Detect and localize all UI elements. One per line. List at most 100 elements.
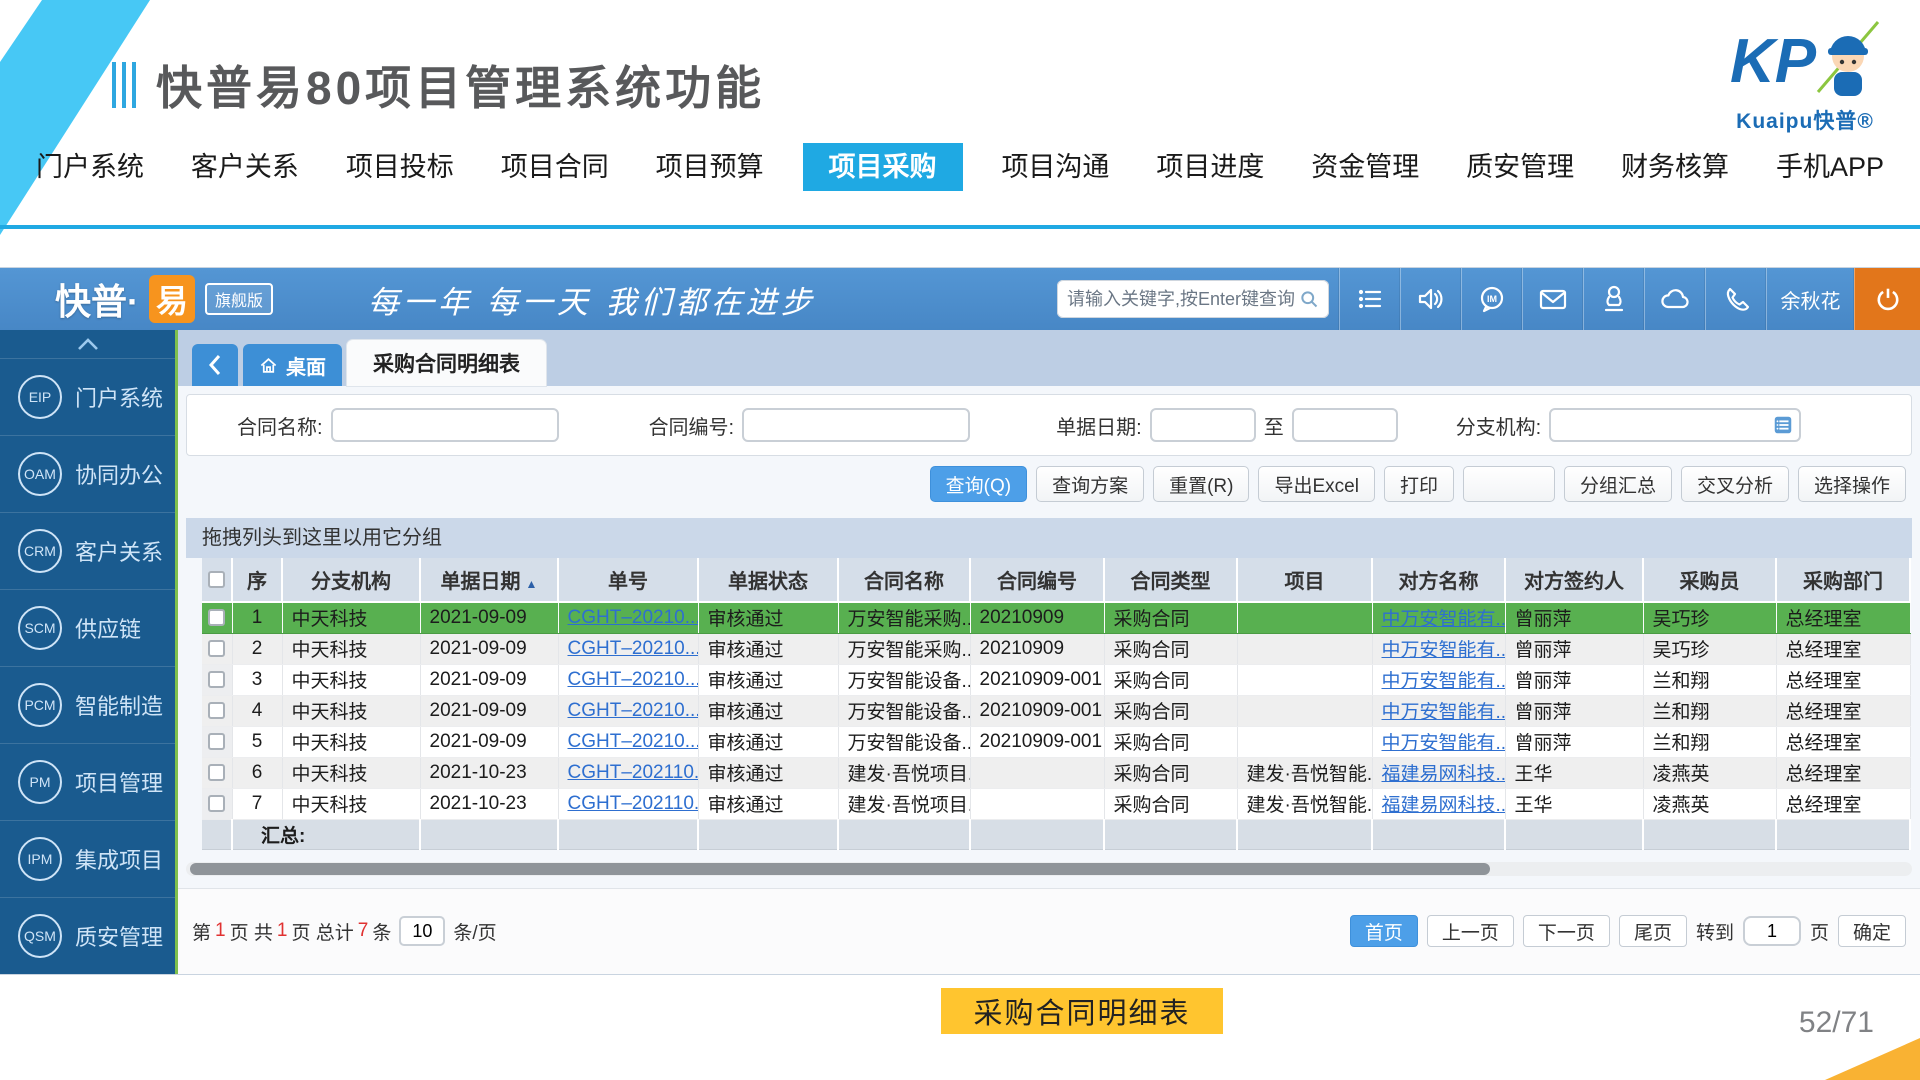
column-header-13[interactable]: 采购部门 bbox=[1776, 558, 1910, 602]
toolbar-button-3[interactable]: 重置(R) bbox=[1153, 466, 1249, 502]
search-icon[interactable] bbox=[1299, 288, 1319, 310]
column-header-7[interactable]: 合同编号 bbox=[970, 558, 1104, 602]
nav-tab-11[interactable]: 财务核算 bbox=[1613, 143, 1737, 191]
phone-button[interactable] bbox=[1705, 268, 1766, 330]
sidebar-collapse-button[interactable] bbox=[0, 330, 175, 358]
back-button[interactable] bbox=[192, 344, 238, 386]
cloud-button[interactable] bbox=[1644, 268, 1705, 330]
column-header-10[interactable]: 对方名称 bbox=[1372, 558, 1505, 602]
column-header-1[interactable]: 序 bbox=[232, 558, 282, 602]
horizontal-scrollbar[interactable] bbox=[186, 862, 1912, 876]
sidebar-item-crm[interactable]: CRM客户关系 bbox=[0, 512, 175, 589]
nav-tab-10[interactable]: 质安管理 bbox=[1458, 143, 1582, 191]
speaker-button[interactable] bbox=[1400, 268, 1461, 330]
row-checkbox[interactable] bbox=[208, 733, 225, 750]
row-checkbox[interactable] bbox=[208, 795, 225, 812]
select-all-checkbox[interactable] bbox=[208, 571, 225, 588]
toolbar-button-5[interactable]: 打印 bbox=[1384, 466, 1454, 502]
cell-采购部门: 总经理室 bbox=[1776, 664, 1910, 695]
cell-link[interactable]: CGHT–20210... bbox=[568, 607, 699, 628]
nav-tab-12[interactable]: 手机APP bbox=[1768, 143, 1892, 191]
page-size-input[interactable] bbox=[399, 916, 445, 946]
doc-date-to-input[interactable] bbox=[1292, 408, 1398, 442]
toolbar-button-2[interactable]: 查询方案 bbox=[1036, 466, 1144, 502]
page-button-4[interactable]: 尾页 bbox=[1619, 915, 1687, 947]
column-header-2[interactable]: 分支机构 bbox=[282, 558, 420, 602]
sidebar-item-qsm[interactable]: QSM质安管理 bbox=[0, 897, 175, 974]
cell-link[interactable]: CGHT–20210... bbox=[568, 731, 699, 752]
group-drop-zone[interactable]: 拖拽列头到这里以用它分组 bbox=[186, 518, 1912, 558]
search-input[interactable] bbox=[1067, 289, 1299, 310]
cell-link[interactable]: CGHT–202110... bbox=[568, 793, 699, 814]
nav-tab-4[interactable]: 项目合同 bbox=[493, 143, 617, 191]
cell-link[interactable]: 福建易网科技... bbox=[1382, 764, 1506, 785]
toolbar-button-4[interactable]: 导出Excel bbox=[1258, 466, 1374, 502]
cell-link[interactable]: CGHT–202110... bbox=[568, 762, 699, 783]
page-button-3[interactable]: 下一页 bbox=[1523, 915, 1610, 947]
row-checkbox[interactable] bbox=[208, 640, 225, 657]
menu-list-button[interactable] bbox=[1339, 268, 1400, 330]
contract-name-input[interactable] bbox=[331, 408, 559, 442]
current-user[interactable]: 余秋花 bbox=[1766, 268, 1854, 330]
doc-date-from-input[interactable] bbox=[1150, 408, 1256, 442]
logout-power-button[interactable] bbox=[1854, 268, 1920, 330]
nav-tab-8[interactable]: 项目进度 bbox=[1148, 143, 1272, 191]
column-header-4[interactable]: 单号 bbox=[558, 558, 698, 602]
sidebar: EIP门户系统OAM协同办公CRM客户关系SCM供应链PCM智能制造PM项目管理… bbox=[0, 330, 178, 974]
column-header-6[interactable]: 合同名称 bbox=[838, 558, 970, 602]
cell-link[interactable]: 中万安智能有... bbox=[1382, 733, 1506, 754]
column-header-3[interactable]: 单据日期▲ bbox=[420, 558, 558, 602]
toolbar-button-8[interactable]: 交叉分析 bbox=[1681, 466, 1789, 502]
nav-tab-6[interactable]: 项目采购 bbox=[803, 143, 963, 191]
mail-button[interactable] bbox=[1522, 268, 1583, 330]
row-checkbox[interactable] bbox=[208, 671, 225, 688]
cell-link[interactable]: 中万安智能有... bbox=[1382, 640, 1506, 661]
column-header-12[interactable]: 采购员 bbox=[1643, 558, 1776, 602]
page-button-2[interactable]: 上一页 bbox=[1427, 915, 1514, 947]
toolbar-button-7[interactable]: 分组汇总 bbox=[1564, 466, 1672, 502]
im-chat-button[interactable]: IM bbox=[1461, 268, 1522, 330]
tab-desktop[interactable]: 桌面 bbox=[243, 344, 342, 386]
row-checkbox[interactable] bbox=[208, 702, 225, 719]
cell-采购部门: 总经理室 bbox=[1776, 695, 1910, 726]
column-header-5[interactable]: 单据状态 bbox=[698, 558, 838, 602]
nav-tab-1[interactable]: 门户系统 bbox=[28, 143, 152, 191]
sidebar-item-scm[interactable]: SCM供应链 bbox=[0, 589, 175, 666]
cell-link[interactable]: CGHT–20210... bbox=[568, 669, 699, 690]
sidebar-item-ipm[interactable]: IPM集成项目 bbox=[0, 820, 175, 897]
global-search[interactable] bbox=[1057, 280, 1329, 318]
nav-tab-5[interactable]: 项目预算 bbox=[648, 143, 772, 191]
nav-tab-7[interactable]: 项目沟通 bbox=[993, 143, 1117, 191]
sidebar-item-oam[interactable]: OAM协同办公 bbox=[0, 435, 175, 512]
cell-link[interactable]: 中万安智能有... bbox=[1382, 702, 1506, 723]
goto-page-input[interactable] bbox=[1743, 916, 1801, 946]
row-checkbox[interactable] bbox=[208, 609, 225, 626]
branch-lookup-icon[interactable] bbox=[1772, 414, 1794, 436]
column-header-11[interactable]: 对方签约人 bbox=[1505, 558, 1643, 602]
toolbar-button-9[interactable]: 选择操作 bbox=[1798, 466, 1906, 502]
branch-input[interactable] bbox=[1549, 408, 1801, 442]
sidebar-item-pm[interactable]: PM项目管理 bbox=[0, 743, 175, 820]
cell-link[interactable]: 中万安智能有... bbox=[1382, 609, 1506, 630]
cell-link[interactable]: 中万安智能有... bbox=[1382, 671, 1506, 692]
sidebar-item-eip[interactable]: EIP门户系统 bbox=[0, 358, 175, 435]
row-checkbox[interactable] bbox=[208, 764, 225, 781]
user-stamp-button[interactable] bbox=[1583, 268, 1644, 330]
confirm-button[interactable]: 确定 bbox=[1838, 915, 1906, 947]
cell-link[interactable]: CGHT–20210... bbox=[568, 638, 699, 659]
cell-link[interactable]: CGHT–20210... bbox=[568, 700, 699, 721]
sidebar-item-pcm[interactable]: PCM智能制造 bbox=[0, 666, 175, 743]
nav-tab-3[interactable]: 项目投标 bbox=[338, 143, 462, 191]
nav-tab-9[interactable]: 资金管理 bbox=[1303, 143, 1427, 191]
cell-link[interactable]: 福建易网科技... bbox=[1382, 795, 1506, 816]
contract-no-input[interactable] bbox=[742, 408, 970, 442]
column-header-8[interactable]: 合同类型 bbox=[1104, 558, 1237, 602]
page-button-1[interactable]: 首页 bbox=[1350, 915, 1418, 947]
nav-tab-2[interactable]: 客户关系 bbox=[183, 143, 307, 191]
toolbar-empty-button[interactable] bbox=[1463, 466, 1555, 502]
toolbar-button-1[interactable]: 查询(Q) bbox=[930, 466, 1027, 502]
cell-采购员: 凌燕英 bbox=[1643, 788, 1776, 819]
scrollbar-thumb[interactable] bbox=[190, 863, 1490, 875]
tab-purchase-contract-report[interactable]: 采购合同明细表 bbox=[347, 340, 546, 386]
column-header-9[interactable]: 项目 bbox=[1237, 558, 1372, 602]
